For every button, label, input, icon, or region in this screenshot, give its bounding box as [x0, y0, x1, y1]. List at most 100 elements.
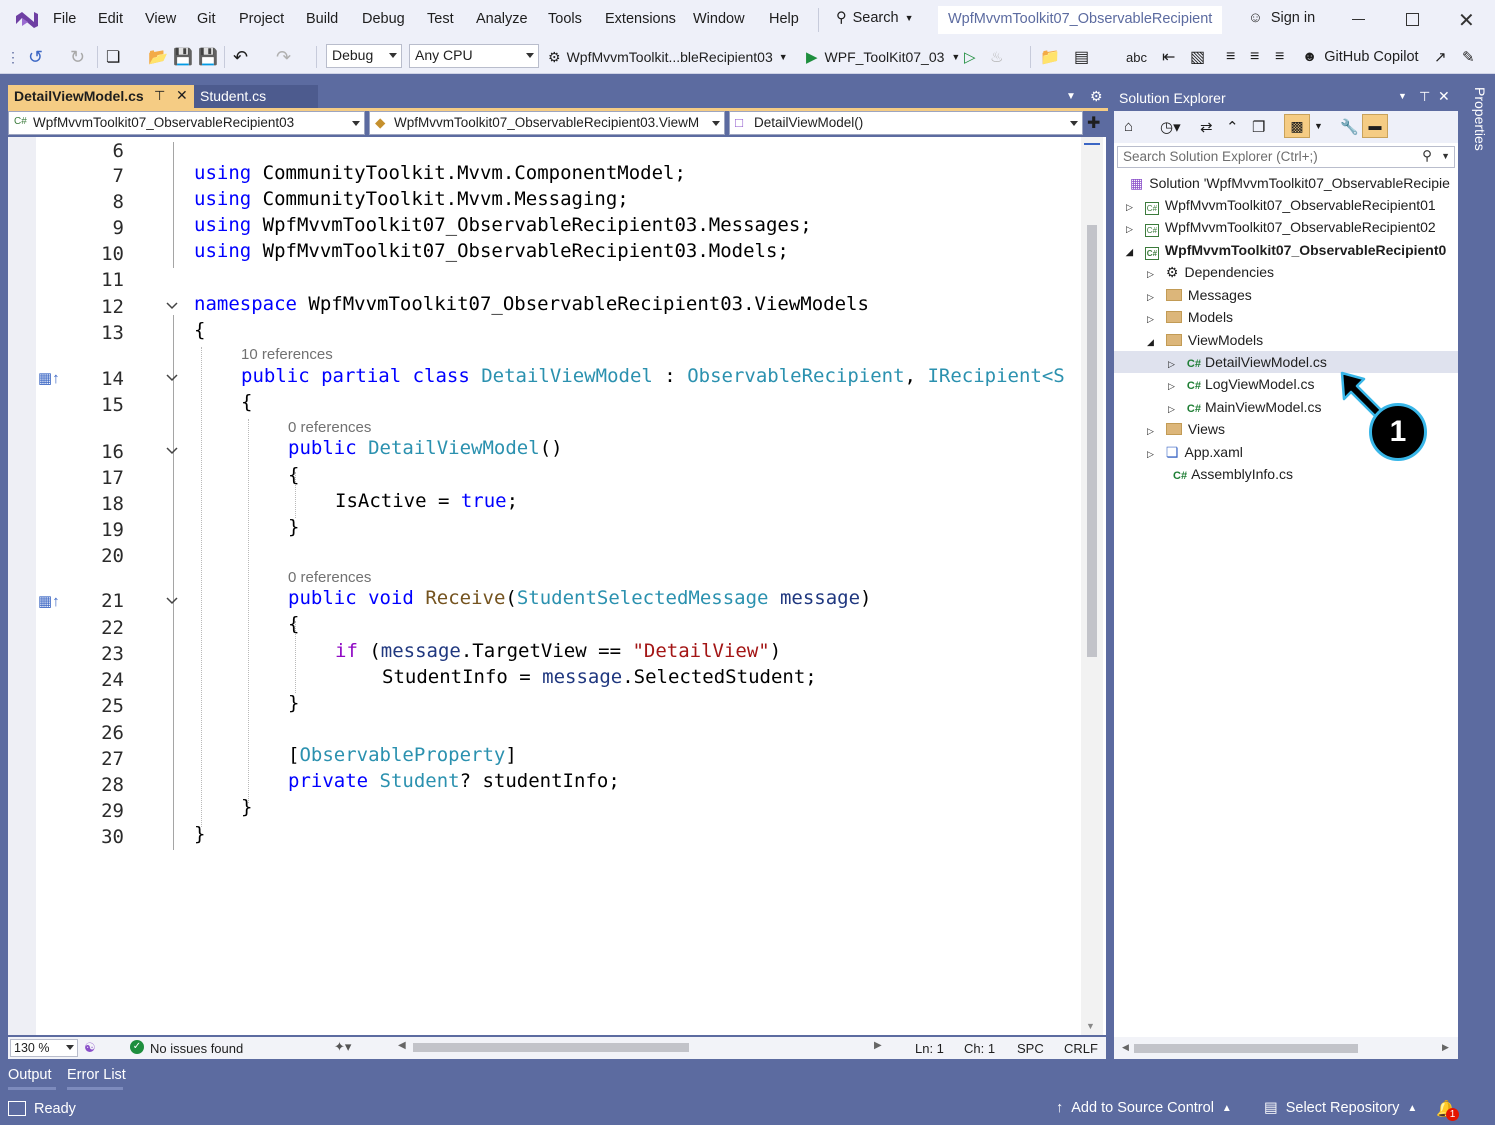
- expand-icon[interactable]: ▷: [1147, 314, 1154, 324]
- editor-vertical-scrollbar[interactable]: ▼: [1081, 137, 1103, 1035]
- scroll-thumb[interactable]: [1134, 1044, 1358, 1053]
- save-all-icon[interactable]: 💾: [198, 44, 218, 70]
- collapse-chevron-icon[interactable]: [166, 595, 178, 607]
- uncomment-icon[interactable]: ≡: [1250, 44, 1259, 70]
- line-indicator[interactable]: Ln: 1: [915, 1041, 944, 1056]
- collapse-chevron-icon[interactable]: [166, 300, 178, 312]
- tree-item-project-02[interactable]: ▷ C# WpfMvvmToolkit07_ObservableRecipient0…: [1126, 216, 1436, 238]
- tree-item-assemblyinfo[interactable]: C# AssemblyInfo.cs: [1173, 463, 1293, 485]
- maximize-button[interactable]: [1406, 13, 1419, 26]
- undo-icon[interactable]: ↶: [233, 44, 248, 70]
- tab-detailviewmodel[interactable]: DetailViewModel.cs ⊤ ✕: [8, 85, 194, 109]
- sign-in-button[interactable]: ☺ Sign in: [1248, 10, 1315, 26]
- collapse-chevron-icon[interactable]: [166, 445, 178, 457]
- add-to-source-control-button[interactable]: ↑ Add to Source Control ▲: [1056, 1100, 1232, 1116]
- properties-wrench-icon[interactable]: 🔧: [1340, 118, 1359, 136]
- tree-item-app-xaml[interactable]: ▷ ❏ App.xaml: [1147, 441, 1243, 463]
- solution-search-input[interactable]: Search Solution Explorer (Ctrl+;) ⚲ ▼: [1117, 146, 1455, 168]
- tree-item-logviewmodel[interactable]: ▷ C# LogViewModel.cs: [1168, 373, 1314, 395]
- tree-item-project-03[interactable]: ◢ C# WpfMvvmToolkit07_ObservableRecipient0: [1126, 239, 1446, 261]
- collapse-icon[interactable]: ◢: [1147, 337, 1154, 347]
- tab-student[interactable]: Student.cs: [194, 85, 318, 109]
- output-window-icon[interactable]: [8, 1101, 26, 1116]
- menu-extensions[interactable]: Extensions: [605, 11, 676, 27]
- chevron-down-icon[interactable]: ▼: [1314, 121, 1323, 131]
- codelens-references[interactable]: 0 references: [288, 569, 371, 586]
- collapse-chevron-icon[interactable]: [166, 372, 178, 384]
- menu-git[interactable]: Git: [197, 11, 216, 27]
- code-cleanup-icon[interactable]: ✦▾: [334, 1039, 351, 1055]
- menu-project[interactable]: Project: [239, 11, 284, 27]
- menu-file[interactable]: File: [53, 11, 76, 27]
- browse-folder-icon[interactable]: 📁: [1040, 44, 1060, 70]
- hot-reload-icon[interactable]: ♨: [990, 44, 1003, 70]
- close-panel-icon[interactable]: ✕: [1438, 88, 1450, 105]
- indent-icon[interactable]: ⇤: [1162, 44, 1175, 70]
- tree-item-mainviewmodel[interactable]: ▷ C# MainViewModel.cs: [1168, 396, 1321, 418]
- menu-help[interactable]: Help: [769, 11, 799, 27]
- start-debugging-button[interactable]: ▶ WPF_ToolKit07_03 ▼: [806, 44, 960, 70]
- line-ending-indicator[interactable]: CRLF: [1064, 1041, 1098, 1056]
- startup-project-select[interactable]: ⚙ WpfMvvmToolkit...bleRecipient03 ▼: [548, 44, 788, 70]
- expand-icon[interactable]: ▷: [1168, 359, 1175, 369]
- codelens-references[interactable]: 0 references: [288, 419, 371, 436]
- scroll-right-arrow-icon[interactable]: ▶: [874, 1040, 882, 1051]
- open-file-icon[interactable]: 📂: [148, 44, 168, 70]
- scroll-down-arrow-icon[interactable]: ▼: [1086, 1021, 1095, 1031]
- view-toggle-icon[interactable]: ▩: [1284, 114, 1310, 138]
- whitespace-indicator[interactable]: SPC: [1017, 1041, 1044, 1056]
- history-icon[interactable]: ◷▾: [1160, 118, 1181, 136]
- menu-edit[interactable]: Edit: [98, 11, 123, 27]
- visual-studio-logo-icon[interactable]: [14, 8, 40, 32]
- collapse-all-icon[interactable]: ⌃: [1226, 118, 1239, 136]
- github-copilot-button[interactable]: ☻ GitHub Copilot: [1302, 44, 1419, 70]
- spell-check-icon[interactable]: abc: [1126, 44, 1147, 70]
- tab-overflow-icon[interactable]: ▼: [1066, 91, 1076, 102]
- tree-item-viewmodels[interactable]: ◢ ViewModels: [1147, 329, 1263, 351]
- project-dropdown[interactable]: C# WpfMvvmToolkit07_ObservableRecipient0…: [8, 111, 365, 135]
- menu-view[interactable]: View: [145, 11, 176, 27]
- member-dropdown[interactable]: □ DetailViewModel(): [729, 111, 1083, 135]
- expand-icon[interactable]: ▷: [1168, 404, 1175, 414]
- minimize-button[interactable]: [1352, 19, 1365, 20]
- start-without-debugging-icon[interactable]: ▷: [964, 44, 976, 70]
- horizontal-scroll-thumb[interactable]: [413, 1043, 689, 1052]
- pin-icon[interactable]: ⊤: [154, 88, 165, 104]
- scroll-thumb[interactable]: [1087, 225, 1097, 657]
- search-button[interactable]: ⚲ Search ▼: [836, 10, 914, 26]
- settings-gear-icon[interactable]: ⚙: [1090, 88, 1103, 105]
- sync-icon[interactable]: ⇄: [1200, 118, 1213, 136]
- menu-tools[interactable]: Tools: [548, 11, 582, 27]
- panel-menu-icon[interactable]: ▼: [1398, 91, 1407, 101]
- layout-icon[interactable]: ▤: [1074, 44, 1089, 70]
- comment-icon[interactable]: ≡: [1226, 44, 1235, 70]
- bookmark-icon[interactable]: ▧: [1190, 44, 1205, 70]
- more-icon[interactable]: ≡: [1275, 44, 1284, 70]
- preview-icon[interactable]: ▬: [1362, 114, 1388, 138]
- tree-item-dependencies[interactable]: ▷ ⚙ Dependencies: [1147, 261, 1274, 283]
- type-dropdown[interactable]: ◆ WpfMvvmToolkit07_ObservableRecipient03…: [369, 111, 725, 135]
- solution-horizontal-scrollbar[interactable]: ◀ ▶: [1114, 1037, 1458, 1059]
- expand-icon[interactable]: ▷: [1147, 426, 1154, 436]
- properties-side-tab[interactable]: Properties: [1460, 85, 1495, 1059]
- menu-test[interactable]: Test: [427, 11, 454, 27]
- redo-icon[interactable]: ↷: [276, 44, 291, 70]
- share-icon[interactable]: ↗: [1434, 44, 1447, 70]
- scroll-right-arrow-icon[interactable]: ▶: [1442, 1042, 1449, 1053]
- solution-node[interactable]: ▦ Solution 'WpfMvvmToolkit07_ObservableRe…: [1130, 172, 1450, 194]
- navigate-forward-icon[interactable]: ↻: [70, 44, 85, 70]
- feedback-icon[interactable]: ✎: [1462, 44, 1475, 70]
- select-repository-button[interactable]: ▤ Select Repository ▲: [1264, 1100, 1417, 1116]
- menu-analyze[interactable]: Analyze: [476, 11, 528, 27]
- solution-configuration-select[interactable]: Debug: [326, 44, 402, 68]
- scroll-left-arrow-icon[interactable]: ◀: [1122, 1042, 1129, 1053]
- split-editor-icon[interactable]: ✚: [1087, 113, 1100, 133]
- tab-output[interactable]: Output: [8, 1067, 52, 1083]
- expand-icon[interactable]: ▷: [1147, 292, 1154, 302]
- navigate-back-icon[interactable]: ↺: [28, 44, 43, 70]
- properties-tab-label[interactable]: Properties: [1466, 87, 1488, 157]
- close-icon[interactable]: ✕: [176, 87, 188, 104]
- save-icon[interactable]: 💾: [173, 44, 193, 70]
- tree-item-views[interactable]: ▷ Views: [1147, 418, 1225, 440]
- expand-icon[interactable]: ▷: [1126, 224, 1133, 234]
